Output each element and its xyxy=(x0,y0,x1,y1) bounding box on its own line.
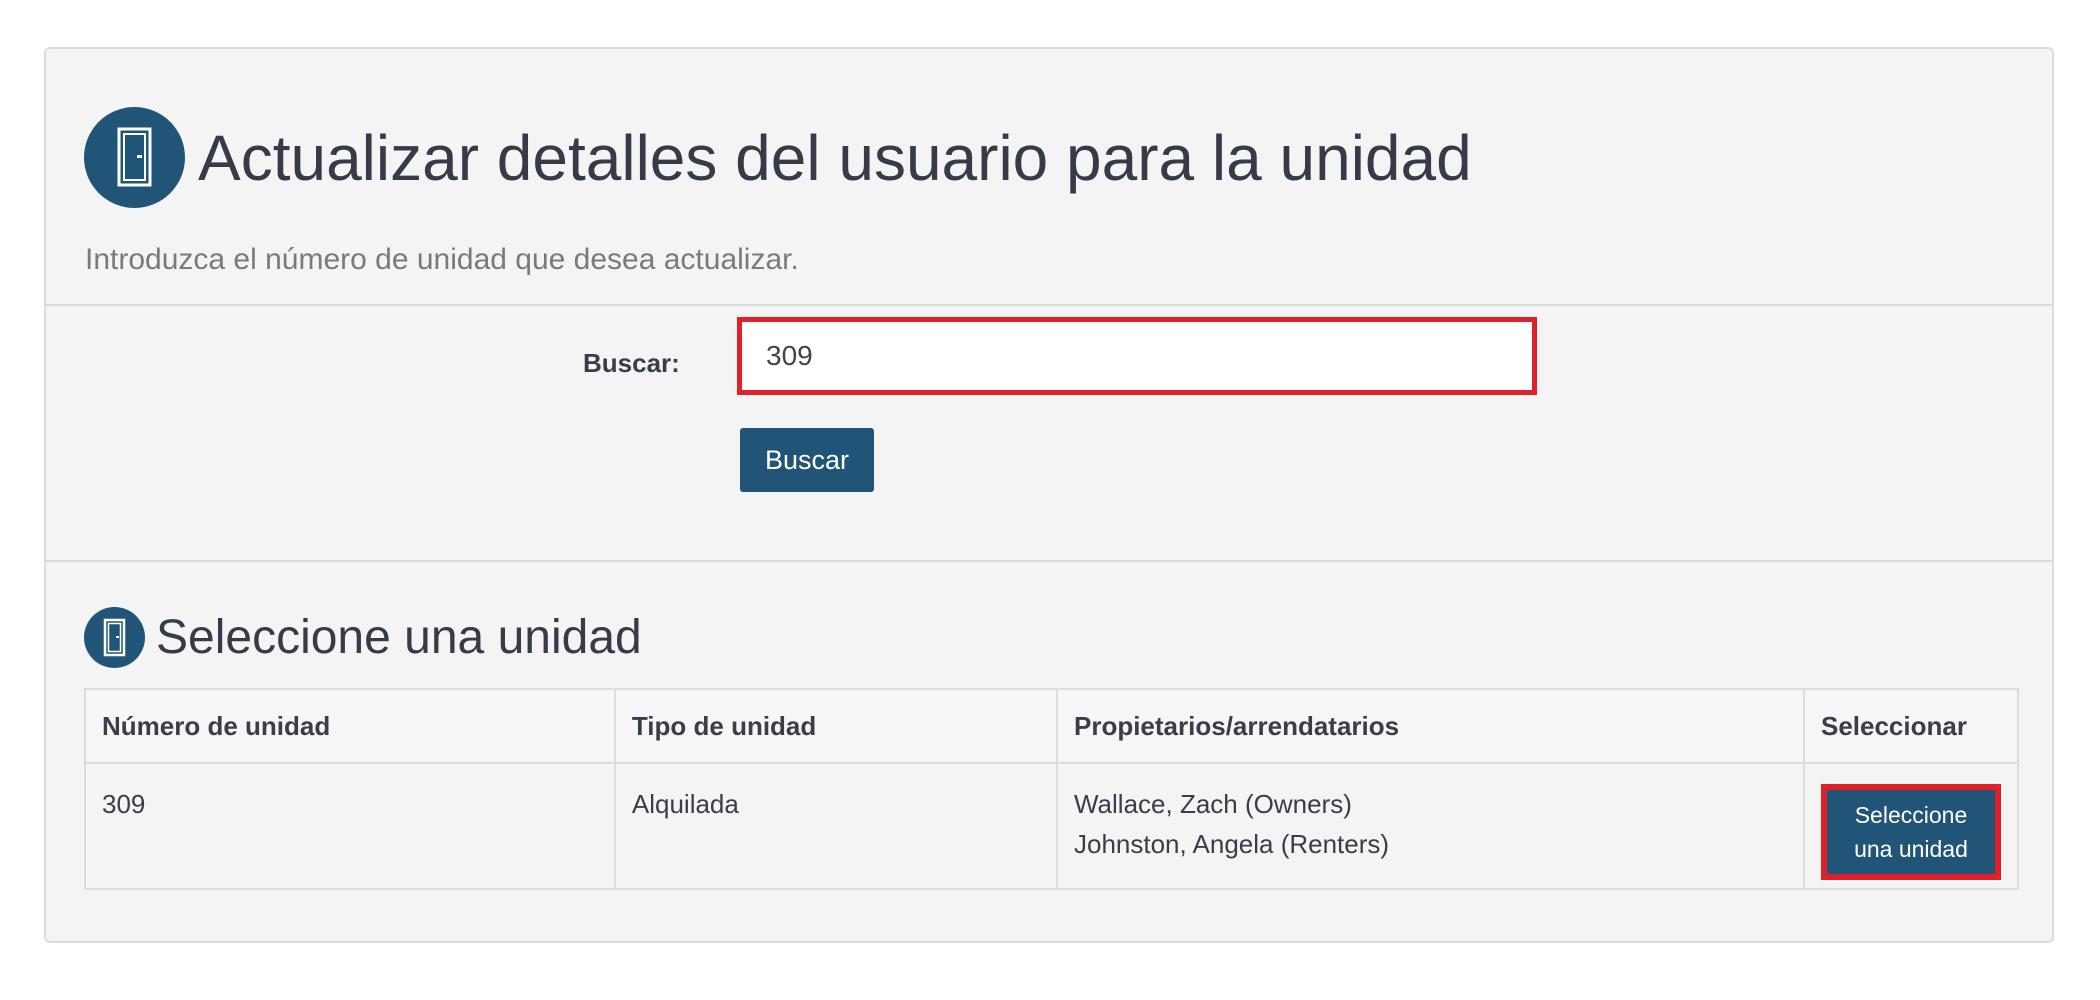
table-row: 309 Alquilada Wallace, Zach (Owners) Joh… xyxy=(84,762,2020,890)
cell-select: Seleccione una unidad xyxy=(1802,762,2020,890)
page-title: Actualizar detalles del usuario para la … xyxy=(198,122,1472,194)
column-header-owners: Propietarios/arrendatarios xyxy=(1055,688,1805,764)
search-input[interactable] xyxy=(737,317,1537,395)
cell-unit-number: 309 xyxy=(84,762,616,890)
units-table: Número de unidad Tipo de unidad Propieta… xyxy=(84,688,2020,890)
select-unit-button[interactable]: Seleccione una unidad xyxy=(1820,784,2001,880)
select-unit-section: Seleccione una unidad Número de unidad T… xyxy=(46,562,2052,941)
cell-owners: Wallace, Zach (Owners) Johnston, Angela … xyxy=(1055,762,1805,890)
door-icon xyxy=(84,607,145,668)
search-button[interactable]: Buscar xyxy=(740,428,874,492)
search-section: Buscar: Buscar xyxy=(46,306,2052,562)
page-subtitle: Introduzca el número de unidad que desea… xyxy=(85,243,799,276)
column-header-unit-type: Tipo de unidad xyxy=(613,688,1058,764)
page-header: Actualizar detalles del usuario para la … xyxy=(46,49,2052,306)
search-label: Buscar: xyxy=(583,348,680,378)
update-unit-panel: Actualizar detalles del usuario para la … xyxy=(44,47,2054,943)
column-header-select: Seleccionar xyxy=(1802,688,2020,764)
owner-entry: Wallace, Zach (Owners) xyxy=(1073,789,1352,819)
door-icon xyxy=(84,107,185,208)
column-header-unit-number: Número de unidad xyxy=(84,688,616,764)
cell-unit-type: Alquilada xyxy=(613,762,1058,890)
owner-entry: Johnston, Angela (Renters) xyxy=(1073,829,1390,859)
section-title: Seleccione una unidad xyxy=(156,611,642,664)
table-header-row: Número de unidad Tipo de unidad Propieta… xyxy=(84,688,2020,764)
